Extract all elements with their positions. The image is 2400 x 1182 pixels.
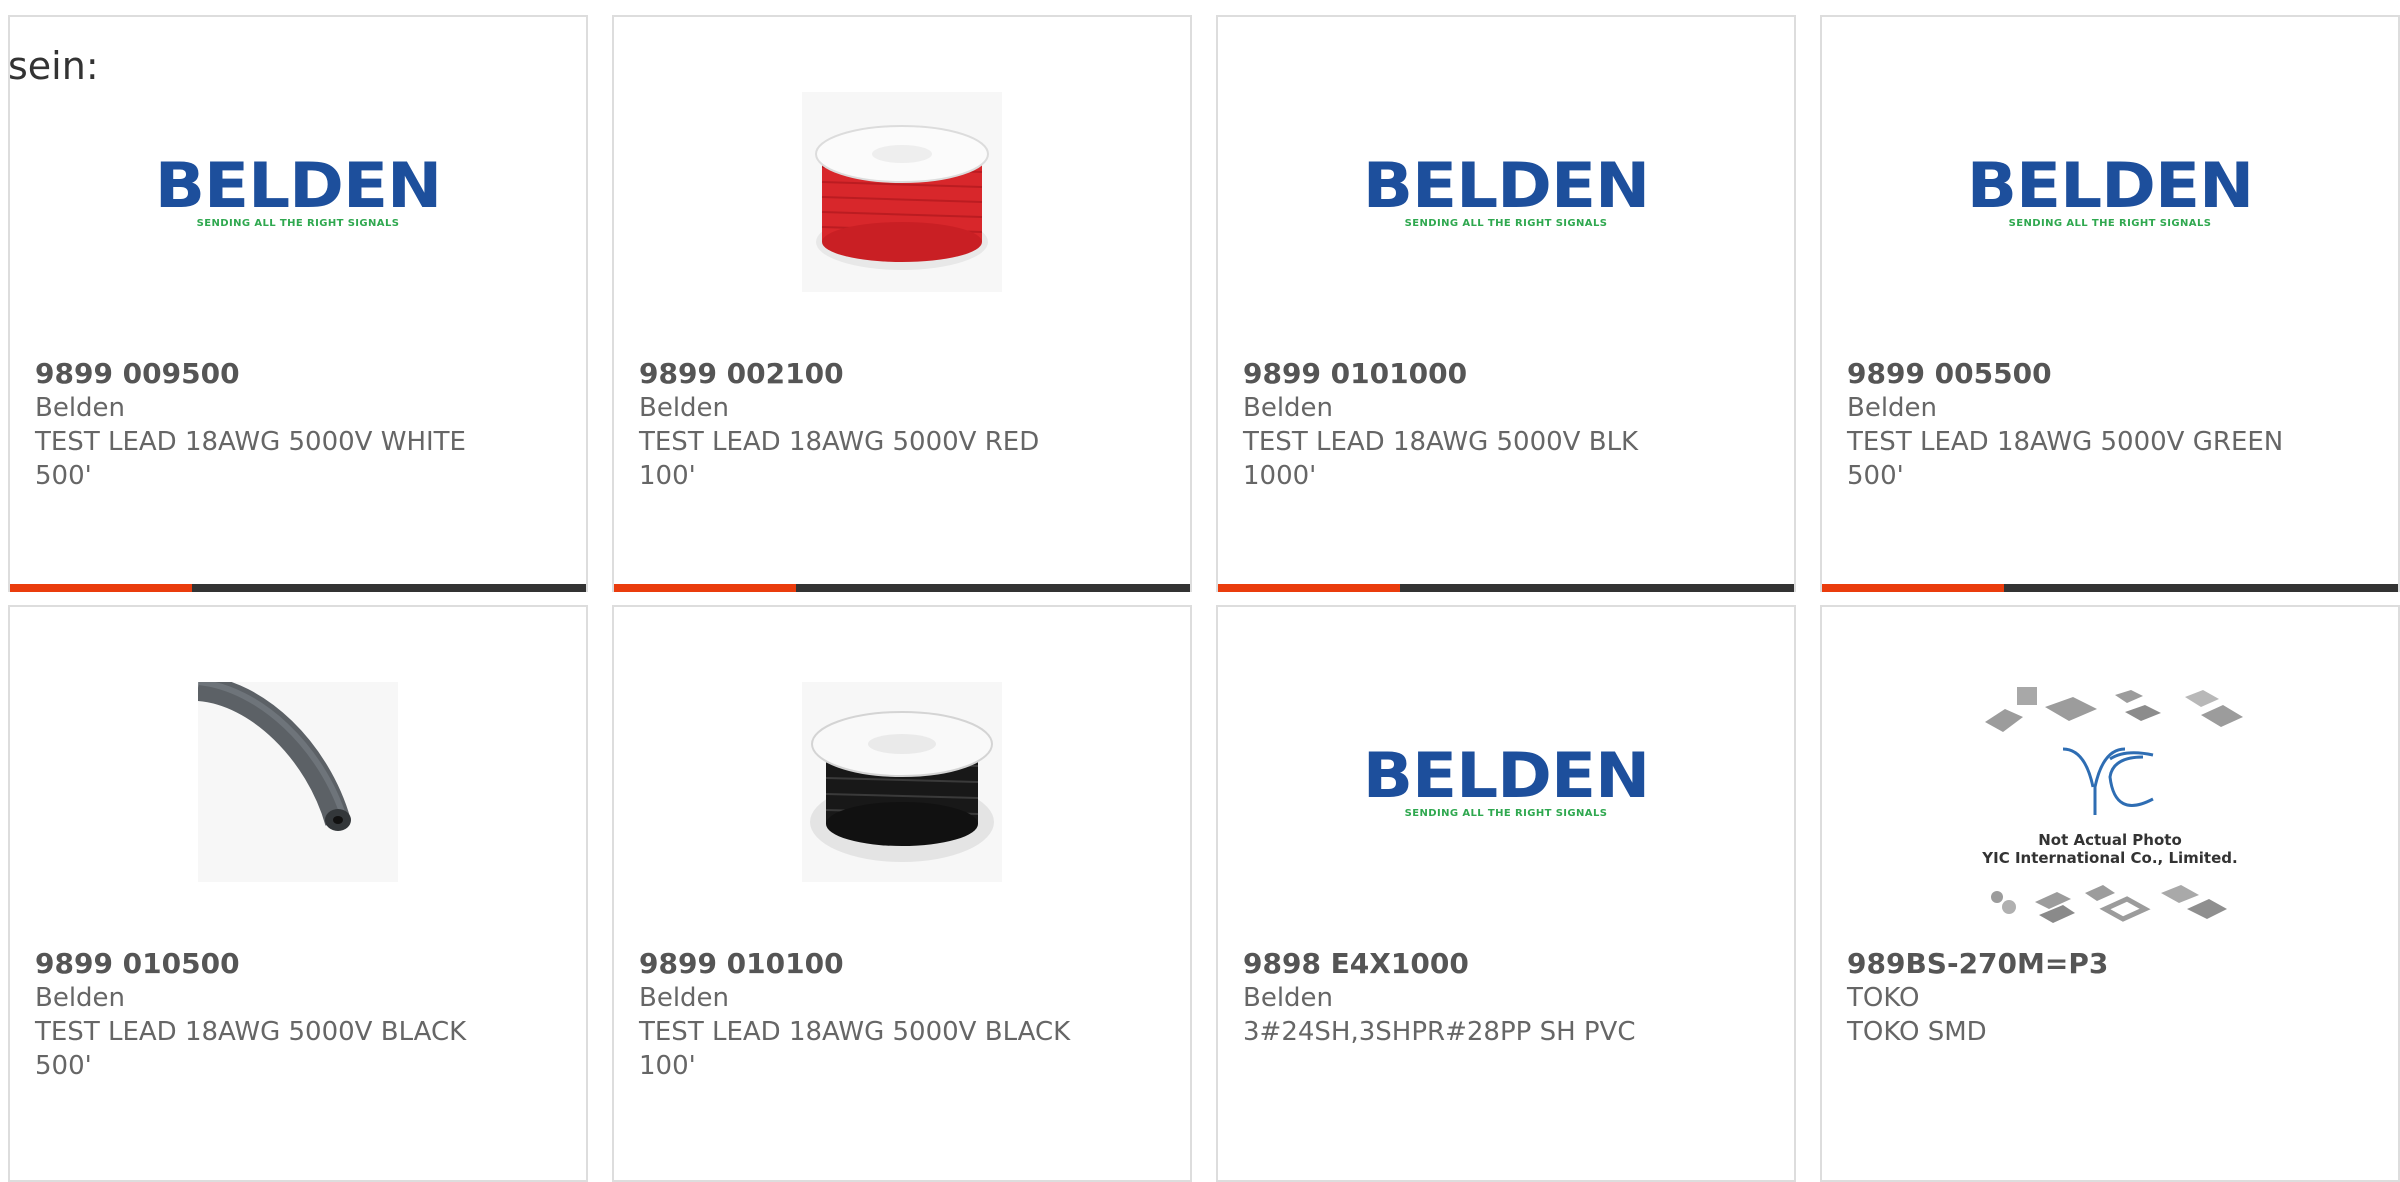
product-card[interactable]: 9899 010100 Belden TEST LEAD 18AWG 5000V… — [612, 605, 1192, 1182]
belden-logo: BELDEN SENDING ALL THE RIGHT SIGNALS — [1362, 738, 1651, 819]
product-image[interactable] — [614, 677, 1190, 887]
product-card[interactable]: BELDEN SENDING ALL THE RIGHT SIGNALS 989… — [1216, 15, 1796, 592]
manufacturer: Belden — [35, 393, 126, 423]
product-image[interactable] — [614, 87, 1190, 297]
product-description: TOKO SMD — [1847, 1017, 1987, 1047]
manufacturer: Belden — [639, 983, 730, 1013]
part-number[interactable]: 9899 010500 — [35, 947, 561, 981]
manufacturer: Belden — [1243, 393, 1334, 423]
product-description: TEST LEAD 18AWG 5000V BLK 1000' — [1243, 427, 1639, 491]
part-number[interactable]: 9899 009500 — [35, 357, 561, 391]
product-card[interactable]: BELDEN SENDING ALL THE RIGHT SIGNALS 989… — [8, 15, 588, 592]
product-card[interactable]: 9899 002100 Belden TEST LEAD 18AWG 5000V… — [612, 15, 1192, 592]
red-wire-spool-image — [802, 92, 1002, 292]
manufacturer: Belden — [1243, 983, 1334, 1013]
product-image[interactable]: BELDEN SENDING ALL THE RIGHT SIGNALS — [10, 87, 586, 297]
product-card[interactable]: 9899 010500 Belden TEST LEAD 18AWG 5000V… — [8, 605, 588, 1182]
product-image[interactable]: BELDEN SENDING ALL THE RIGHT SIGNALS — [1218, 87, 1794, 297]
card-bar — [1822, 584, 2398, 592]
manufacturer: Belden — [35, 983, 126, 1013]
belden-logo: BELDEN SENDING ALL THE RIGHT SIGNALS — [1966, 148, 2255, 229]
product-image[interactable]: BELDEN SENDING ALL THE RIGHT SIGNALS — [1822, 87, 2398, 297]
manufacturer: TOKO — [1847, 983, 1920, 1013]
yic-placeholder-image: Not Actual Photo YIC International Co., … — [1981, 687, 2243, 923]
black-wire-spool-image — [802, 682, 1002, 882]
lead-text: sein: — [8, 44, 99, 88]
product-image[interactable] — [10, 677, 586, 887]
card-bar — [10, 584, 586, 592]
yic-caption-line2: YIC International Co., Limited. — [1981, 849, 2237, 867]
belden-logo: BELDEN SENDING ALL THE RIGHT SIGNALS — [154, 148, 443, 229]
product-card[interactable]: BELDEN SENDING ALL THE RIGHT SIGNALS 989… — [1216, 605, 1796, 1182]
yic-caption-line1: Not Actual Photo — [2038, 831, 2182, 849]
product-description: TEST LEAD 18AWG 5000V BLACK 500' — [35, 1017, 467, 1081]
product-description: TEST LEAD 18AWG 5000V WHITE 500' — [35, 427, 466, 491]
manufacturer: Belden — [1847, 393, 1938, 423]
product-description: TEST LEAD 18AWG 5000V GREEN 500' — [1847, 427, 2284, 491]
part-number[interactable]: 9899 005500 — [1847, 357, 2373, 391]
part-number[interactable]: 989BS-270M=P3 — [1847, 947, 2373, 981]
product-grid: BELDEN SENDING ALL THE RIGHT SIGNALS 989… — [0, 0, 2400, 1182]
product-description: TEST LEAD 18AWG 5000V RED 100' — [639, 427, 1040, 491]
card-bar — [614, 584, 1190, 592]
manufacturer: Belden — [639, 393, 730, 423]
part-number[interactable]: 9899 010100 — [639, 947, 1165, 981]
part-number[interactable]: 9899 0101000 — [1243, 357, 1769, 391]
product-card[interactable]: BELDEN SENDING ALL THE RIGHT SIGNALS 989… — [1820, 15, 2400, 592]
product-image[interactable]: BELDEN SENDING ALL THE RIGHT SIGNALS — [1218, 677, 1794, 887]
card-bar — [1218, 584, 1794, 592]
product-description: TEST LEAD 18AWG 5000V BLACK 100' — [639, 1017, 1071, 1081]
gray-cable-image — [198, 682, 398, 882]
product-card[interactable]: Not Actual Photo YIC International Co., … — [1820, 605, 2400, 1182]
part-number[interactable]: 9899 002100 — [639, 357, 1165, 391]
belden-logo: BELDEN SENDING ALL THE RIGHT SIGNALS — [1362, 148, 1651, 229]
product-image[interactable]: Not Actual Photo YIC International Co., … — [1822, 687, 2398, 927]
product-description: 3#24SH,3SHPR#28PP SH PVC — [1243, 1017, 1636, 1047]
part-number[interactable]: 9898 E4X1000 — [1243, 947, 1769, 981]
